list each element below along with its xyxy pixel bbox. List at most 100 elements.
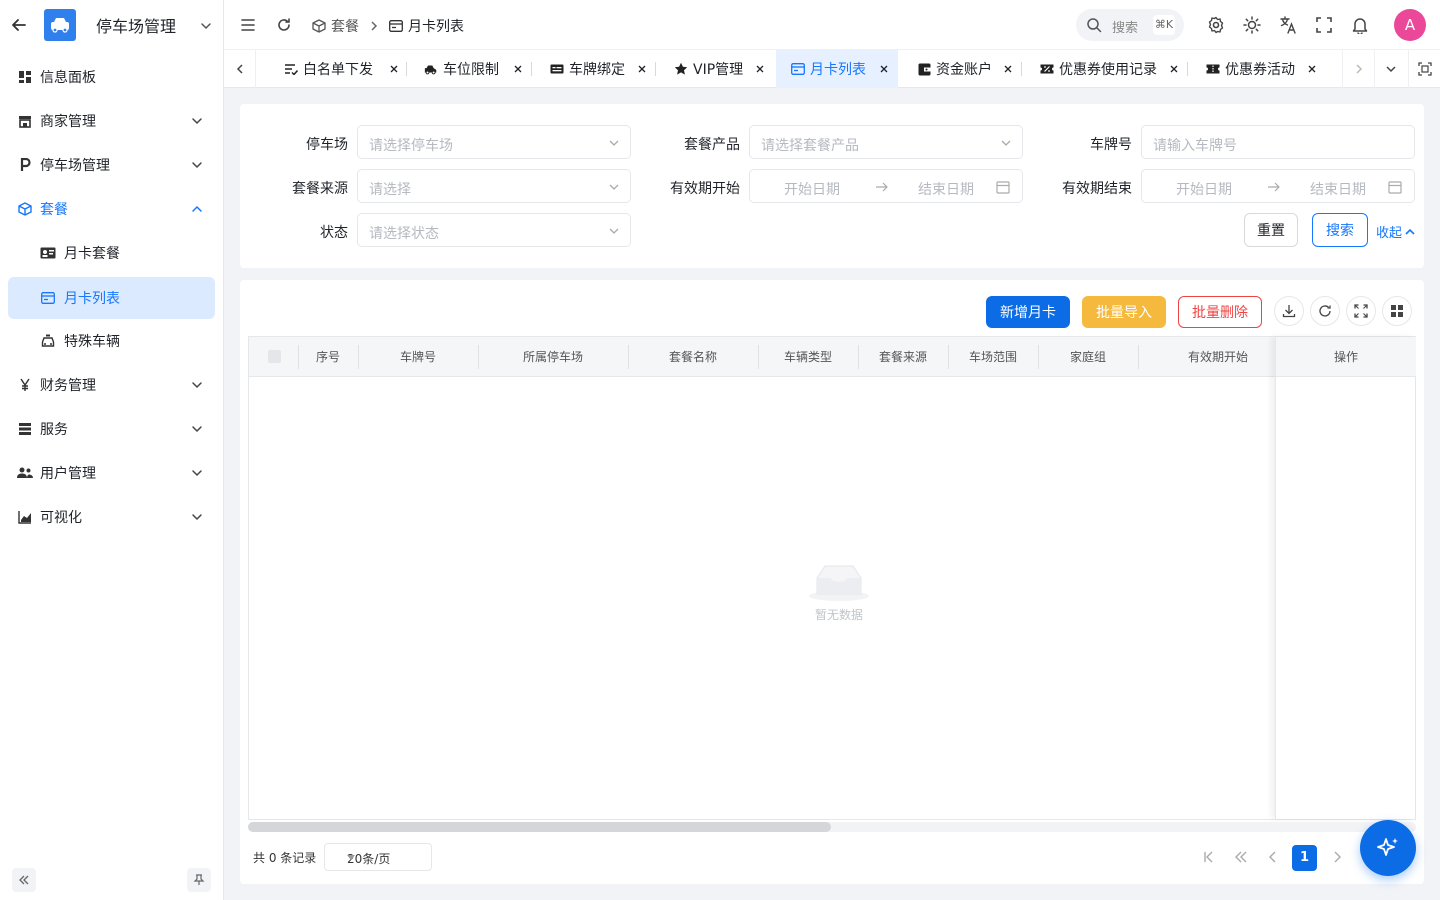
sparkle-icon [1375, 835, 1401, 861]
global-search[interactable]: 搜索 ⌘K [1076, 9, 1184, 41]
tab-coupon-usage[interactable]: 优惠券使用记录 [1040, 50, 1157, 88]
sidebar-item-label: 用户管理 [40, 466, 96, 482]
parking-lot-select[interactable]: 请选择停车场 [357, 125, 631, 159]
current-page-button[interactable]: 1 [1292, 845, 1317, 871]
chevron-right-icon [369, 21, 379, 31]
tabs-menu-chevron-icon[interactable] [1374, 50, 1406, 88]
tab-coupon-activity[interactable]: 优惠券活动 [1206, 50, 1295, 88]
users-icon [17, 465, 33, 481]
sidebar-item-merchant[interactable]: 商家管理 [8, 100, 215, 142]
first-page-icon[interactable] [1197, 845, 1221, 869]
package-source-select[interactable]: 请选择 [357, 169, 631, 203]
calendar-icon [996, 180, 1010, 194]
maximize-content-icon[interactable] [1408, 50, 1440, 88]
search-button[interactable]: 搜索 [1312, 213, 1368, 247]
chevron-down-icon[interactable] [199, 19, 213, 33]
col-valid-start: 有效期开始 [1187, 350, 1248, 364]
col-index: 序号 [315, 350, 340, 364]
tab-fund-account[interactable]: 资金账户 [917, 50, 992, 88]
plate-number-input[interactable]: 请输入车牌号 [1141, 125, 1415, 159]
reset-button[interactable]: 重置 [1244, 213, 1298, 247]
close-icon[interactable] [755, 50, 765, 88]
page-size-select[interactable]: 20条/页 [324, 843, 432, 871]
translate-icon[interactable] [1278, 15, 1298, 35]
tab-vip[interactable]: VIP管理 [674, 50, 743, 88]
chevron-down-icon [190, 466, 204, 480]
package-product-select[interactable]: 请选择套餐产品 [749, 125, 1023, 159]
batch-delete-button[interactable]: 批量删除 [1178, 296, 1262, 328]
sidebar-item-monthly-package[interactable]: 月卡套餐 [8, 232, 215, 274]
tabs-scroll-right-icon[interactable] [1342, 50, 1374, 88]
empty-box-icon [807, 562, 871, 602]
prev-page-icon[interactable] [1261, 845, 1285, 869]
chevron-down-icon [190, 158, 204, 172]
close-icon[interactable] [637, 50, 647, 88]
theme-sun-icon[interactable] [1242, 15, 1262, 35]
collapse-sidebar-icon[interactable] [12, 868, 36, 892]
sidebar-item-users[interactable]: 用户管理 [8, 452, 215, 494]
breadcrumb-item[interactable]: 套餐 [331, 16, 359, 36]
tabs-scroll-left-icon[interactable] [224, 50, 256, 88]
package-source-label: 套餐来源 [292, 181, 348, 197]
valid-start-range-picker[interactable]: 开始日期 结束日期 [749, 169, 1023, 203]
server-icon [17, 421, 33, 437]
close-icon[interactable] [389, 50, 399, 88]
sidebar-item-service[interactable]: 服务 [8, 408, 215, 450]
col-actions: 操作 [1276, 337, 1416, 377]
add-monthly-card-button[interactable]: 新增月卡 [986, 296, 1070, 328]
valid-end-range-picker[interactable]: 开始日期 结束日期 [1141, 169, 1415, 203]
dashboard-icon [17, 69, 33, 85]
menu-icon[interactable] [238, 15, 258, 35]
close-icon[interactable] [1169, 50, 1179, 88]
yen-icon [17, 377, 33, 393]
tab-whitelist[interactable]: 白名单下发 [284, 50, 373, 88]
tab-label: 白名单下发 [303, 62, 373, 78]
close-icon[interactable] [1003, 50, 1013, 88]
sidebar-item-finance[interactable]: 财务管理 [8, 364, 215, 406]
sidebar-item-special-vehicle[interactable]: 特殊车辆 [8, 320, 215, 362]
chevron-up-icon [190, 202, 204, 216]
pin-icon[interactable] [187, 868, 211, 892]
close-icon[interactable] [1307, 50, 1317, 88]
refresh-icon[interactable] [1310, 296, 1340, 326]
column-settings-icon[interactable] [1382, 296, 1412, 326]
sidebar-item-parking[interactable]: 停车场管理 [8, 144, 215, 186]
col-family-group: 家庭组 [1069, 350, 1106, 364]
status-select[interactable]: 请选择状态 [357, 213, 631, 247]
sidebar-item-label: 服务 [40, 422, 68, 438]
tab-label: 车牌绑定 [569, 62, 625, 78]
chevron-down-icon [190, 510, 204, 524]
sidebar-item-package[interactable]: 套餐 [8, 188, 215, 230]
sidebar-item-monthly-card-list[interactable]: 月卡列表 [8, 277, 215, 319]
select-all-checkbox[interactable] [268, 350, 281, 363]
sidebar-item-label: 财务管理 [40, 378, 96, 394]
batch-import-button[interactable]: 批量导入 [1082, 296, 1166, 328]
next-page-icon[interactable] [1325, 845, 1349, 869]
fullscreen-icon[interactable] [1346, 296, 1376, 326]
fullscreen-icon[interactable] [1314, 15, 1334, 35]
sidebar-item-visualization[interactable]: 可视化 [8, 496, 215, 538]
tab-label: 车位限制 [443, 62, 499, 78]
star-icon [674, 62, 688, 76]
ai-assistant-button[interactable] [1360, 820, 1416, 876]
store-icon [17, 113, 33, 129]
bell-icon[interactable] [1350, 15, 1370, 35]
valid-end-label: 有效期结束 [1062, 181, 1132, 197]
scrollbar-thumb[interactable] [248, 822, 831, 832]
sidebar-item-dashboard[interactable]: 信息面板 [8, 56, 215, 98]
tab-bar: 白名单下发 车位限制 车牌绑定 VIP管理 月卡列表 资金账户 优惠券使用记录 … [224, 50, 1440, 88]
download-icon[interactable] [1274, 296, 1304, 326]
collapse-filter-link[interactable]: 收起 [1376, 222, 1415, 241]
back-arrow-icon[interactable] [10, 16, 28, 34]
tab-plate-binding[interactable]: 车牌绑定 [550, 50, 625, 88]
avatar[interactable]: A [1394, 9, 1426, 41]
settings-icon[interactable] [1206, 15, 1226, 35]
tab-space-limit[interactable]: 车位限制 [424, 50, 499, 88]
chevron-down-icon [608, 225, 620, 237]
horizontal-scrollbar[interactable] [248, 822, 1416, 832]
close-icon[interactable] [513, 50, 523, 88]
col-lot-scope: 车场范围 [968, 350, 1017, 364]
prev-5-pages-icon[interactable] [1229, 845, 1253, 869]
close-icon[interactable] [879, 50, 889, 88]
refresh-icon[interactable] [274, 15, 294, 35]
